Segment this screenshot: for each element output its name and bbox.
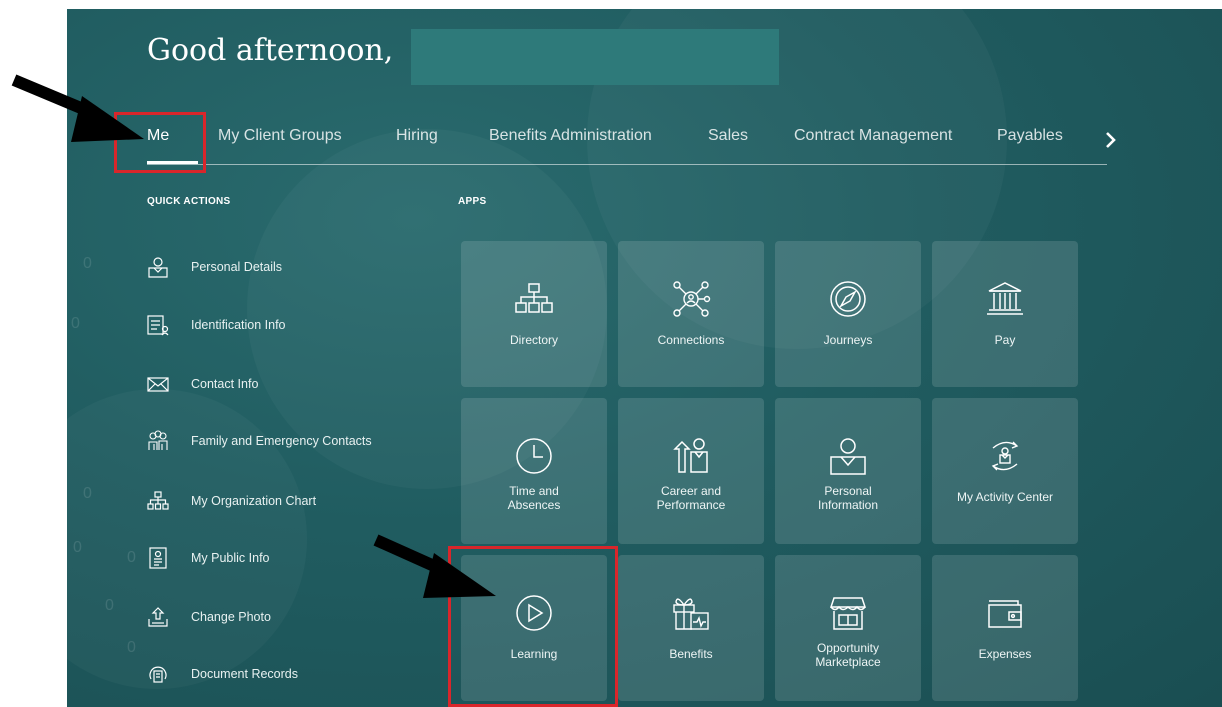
app-tile-label: Expenses — [978, 647, 1032, 661]
quick-action-label: My Organization Chart — [191, 494, 317, 508]
gift-icon — [671, 593, 711, 633]
app-tile-time-and-absences[interactable]: Time and Absences — [461, 398, 607, 544]
badge-icon — [147, 547, 169, 569]
quick-action-document-records[interactable]: Document Records — [147, 663, 437, 693]
directory-icon — [514, 279, 554, 319]
tab-benefits-administration[interactable]: Benefits Administration — [489, 127, 652, 145]
upload-photo-icon — [147, 606, 169, 628]
background-glyph: 0 — [83, 255, 92, 272]
activity-icon — [985, 436, 1025, 476]
app-tile-label: Connections — [657, 333, 725, 347]
family-icon — [147, 430, 169, 452]
background-glyph: 0 — [73, 539, 82, 556]
quick-actions-title: QUICK ACTIONS — [147, 196, 231, 207]
annotation-arrow-icon — [368, 530, 513, 610]
annotation-arrow-icon — [0, 62, 160, 152]
app-tile-expenses[interactable]: Expenses — [932, 555, 1078, 701]
background-glyph: 0 — [127, 549, 136, 566]
quick-action-contact-info[interactable]: Contact Info — [147, 373, 437, 403]
app-tile-label: Directory — [509, 333, 558, 347]
app-tile-pay[interactable]: Pay — [932, 241, 1078, 387]
person-icon — [828, 436, 868, 476]
quick-action-personal-details[interactable]: Personal Details — [147, 256, 437, 286]
app-tile-label: Benefits — [669, 647, 713, 661]
wallet-icon — [985, 593, 1025, 633]
quick-action-identification-info[interactable]: Identification Info — [147, 314, 437, 344]
tab-my-client-groups[interactable]: My Client Groups — [218, 127, 342, 145]
app-tile-label: My Activity Center — [956, 490, 1054, 504]
apps-title: APPS — [458, 196, 487, 207]
app-tile-label: Time and Absences — [507, 484, 561, 512]
app-tile-career-and-performance[interactable]: Career and Performance — [618, 398, 764, 544]
quick-action-label: My Public Info — [191, 551, 270, 565]
quick-action-family-and-emergency-contacts[interactable]: Family and Emergency Contacts — [147, 430, 437, 460]
quick-action-change-photo[interactable]: Change Photo — [147, 606, 437, 636]
connections-icon — [671, 279, 711, 319]
app-tile-benefits[interactable]: Benefits — [618, 555, 764, 701]
redacted-user-name — [411, 29, 779, 85]
app-tile-label: Personal Information — [817, 484, 879, 512]
app-tile-label: Pay — [994, 333, 1016, 347]
career-icon — [671, 436, 711, 476]
app-tile-label: Opportunity Marketplace — [815, 641, 881, 669]
quick-action-label: Personal Details — [191, 260, 283, 274]
clock-icon — [514, 436, 554, 476]
quick-action-label: Identification Info — [191, 318, 286, 332]
app-tile-opportunity-marketplace[interactable]: Opportunity Marketplace — [775, 555, 921, 701]
quick-action-label: Document Records — [191, 667, 298, 681]
tab-payables[interactable]: Payables — [997, 127, 1063, 145]
person-icon — [147, 256, 169, 278]
greeting-heading: Good afternoon, — [147, 33, 394, 68]
app-tile-personal-information[interactable]: Personal Information — [775, 398, 921, 544]
tab-hiring[interactable]: Hiring — [396, 127, 438, 145]
envelope-icon — [147, 373, 169, 395]
id-document-icon — [147, 314, 169, 336]
quick-action-label: Contact Info — [191, 377, 259, 391]
quick-action-label: Family and Emergency Contacts — [191, 434, 372, 448]
app-tile-label: Career and Performance — [656, 484, 726, 512]
bank-icon — [985, 279, 1025, 319]
app-tile-directory[interactable]: Directory — [461, 241, 607, 387]
quick-action-label: Change Photo — [191, 610, 271, 624]
app-background: 0 0 0 0 0 0 0 Good afternoon, Me My Clie… — [67, 9, 1222, 707]
quick-action-my-organization-chart[interactable]: My Organization Chart — [147, 490, 437, 520]
app-tile-journeys[interactable]: Journeys — [775, 241, 921, 387]
app-tile-label: Journeys — [823, 333, 873, 347]
app-tile-my-activity-center[interactable]: My Activity Center — [932, 398, 1078, 544]
document-records-icon — [147, 663, 169, 685]
navigation-tabs: Me My Client Groups Hiring Benefits Admi… — [147, 109, 1107, 165]
background-glyph: 0 — [105, 597, 114, 614]
tab-sales[interactable]: Sales — [708, 127, 748, 145]
org-chart-icon — [147, 490, 169, 512]
background-glyph: 0 — [127, 639, 136, 656]
app-tile-connections[interactable]: Connections — [618, 241, 764, 387]
background-glyph: 0 — [83, 485, 92, 502]
compass-icon — [828, 279, 868, 319]
chevron-right-icon[interactable] — [1104, 131, 1118, 149]
tab-contract-management[interactable]: Contract Management — [794, 127, 952, 145]
storefront-icon — [828, 593, 868, 633]
background-glyph: 0 — [71, 315, 80, 332]
